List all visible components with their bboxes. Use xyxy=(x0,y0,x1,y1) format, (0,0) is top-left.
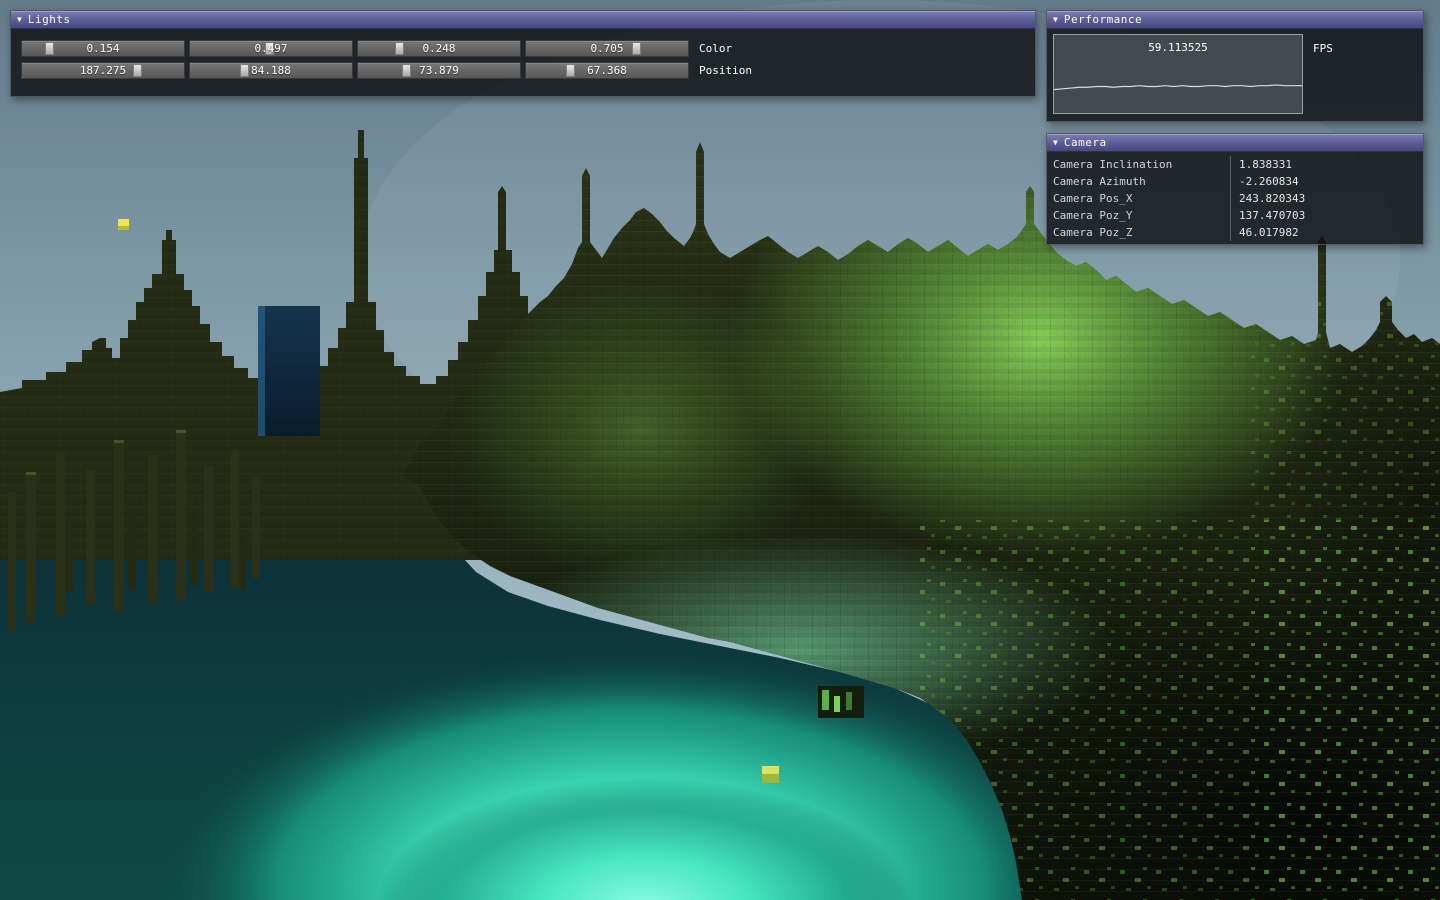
collapse-triangle-icon[interactable]: ▼ xyxy=(1053,139,1058,147)
light-color-slider-0[interactable]: 0.154 xyxy=(21,40,185,57)
color-row-label: Color xyxy=(699,42,732,55)
light-position-row: 187.275 84.188 73.879 67.368 Position xyxy=(21,62,1027,79)
camera-row-label: Camera Inclination xyxy=(1047,156,1231,173)
collapse-triangle-icon[interactable]: ▼ xyxy=(17,16,22,24)
camera-row-label: Camera Poz_Y xyxy=(1047,207,1231,224)
fps-graph-line xyxy=(1054,85,1302,90)
camera-row-value: -2.260834 xyxy=(1231,173,1299,190)
camera-row-azimuth: Camera Azimuth -2.260834 xyxy=(1047,173,1423,190)
monolith-block xyxy=(258,306,320,436)
light-color-row: 0.154 0.497 0.248 0.705 Color xyxy=(21,40,1027,57)
camera-row-value: 243.820343 xyxy=(1231,190,1305,207)
slider-value: 187.275 xyxy=(22,63,184,78)
shore-voxel-clump xyxy=(818,686,864,718)
camera-body: Camera Inclination 1.838331 Camera Azimu… xyxy=(1047,152,1423,241)
lights-body: 0.154 0.497 0.248 0.705 Color 187.275 xyxy=(11,29,1035,79)
camera-row-pos-y: Camera Poz_Y 137.470703 xyxy=(1047,207,1423,224)
light-color-slider-3[interactable]: 0.705 xyxy=(525,40,689,57)
camera-row-value: 1.838331 xyxy=(1231,156,1292,173)
camera-row-pos-x: Camera Pos_X 243.820343 xyxy=(1047,190,1423,207)
camera-row-pos-z: Camera Poz_Z 46.017982 xyxy=(1047,224,1423,241)
performance-body: 59.113525 FPS xyxy=(1047,29,1423,119)
fps-graph: 59.113525 xyxy=(1053,34,1303,114)
lights-panel-title: Lights xyxy=(28,13,71,26)
fps-unit-label: FPS xyxy=(1313,42,1333,114)
slider-value: 0.705 xyxy=(526,41,688,56)
light-cube-2 xyxy=(762,766,779,783)
light-position-slider-1[interactable]: 84.188 xyxy=(189,62,353,79)
performance-panel-title: Performance xyxy=(1064,13,1142,26)
light-cube-1 xyxy=(118,219,129,230)
slider-value: 0.154 xyxy=(22,41,184,56)
slider-value: 67.368 xyxy=(526,63,688,78)
camera-titlebar[interactable]: ▼ Camera xyxy=(1047,134,1423,152)
camera-row-inclination: Camera Inclination 1.838331 xyxy=(1047,156,1423,173)
slider-value: 0.248 xyxy=(358,41,520,56)
position-row-label: Position xyxy=(699,64,752,77)
slider-value: 84.188 xyxy=(190,63,352,78)
light-position-slider-3[interactable]: 67.368 xyxy=(525,62,689,79)
camera-row-value: 46.017982 xyxy=(1231,224,1299,241)
light-color-slider-2[interactable]: 0.248 xyxy=(357,40,521,57)
collapse-triangle-icon[interactable]: ▼ xyxy=(1053,16,1058,24)
light-position-slider-2[interactable]: 73.879 xyxy=(357,62,521,79)
lights-panel: ▼ Lights 0.154 0.497 0.248 0.705 Color xyxy=(10,10,1036,97)
slider-value: 0.497 xyxy=(190,41,352,56)
camera-panel-title: Camera xyxy=(1064,136,1107,149)
light-color-slider-1[interactable]: 0.497 xyxy=(189,40,353,57)
camera-row-label: Camera Pos_X xyxy=(1047,190,1231,207)
performance-panel: ▼ Performance 59.113525 FPS xyxy=(1046,10,1424,122)
performance-titlebar[interactable]: ▼ Performance xyxy=(1047,11,1423,29)
camera-row-label: Camera Azimuth xyxy=(1047,173,1231,190)
camera-row-value: 137.470703 xyxy=(1231,207,1305,224)
light-position-slider-0[interactable]: 187.275 xyxy=(21,62,185,79)
camera-row-label: Camera Poz_Z xyxy=(1047,224,1231,241)
camera-panel: ▼ Camera Camera Inclination 1.838331 Cam… xyxy=(1046,133,1424,245)
slider-value: 73.879 xyxy=(358,63,520,78)
lights-titlebar[interactable]: ▼ Lights xyxy=(11,11,1035,29)
fps-value: 59.113525 xyxy=(1054,41,1302,54)
